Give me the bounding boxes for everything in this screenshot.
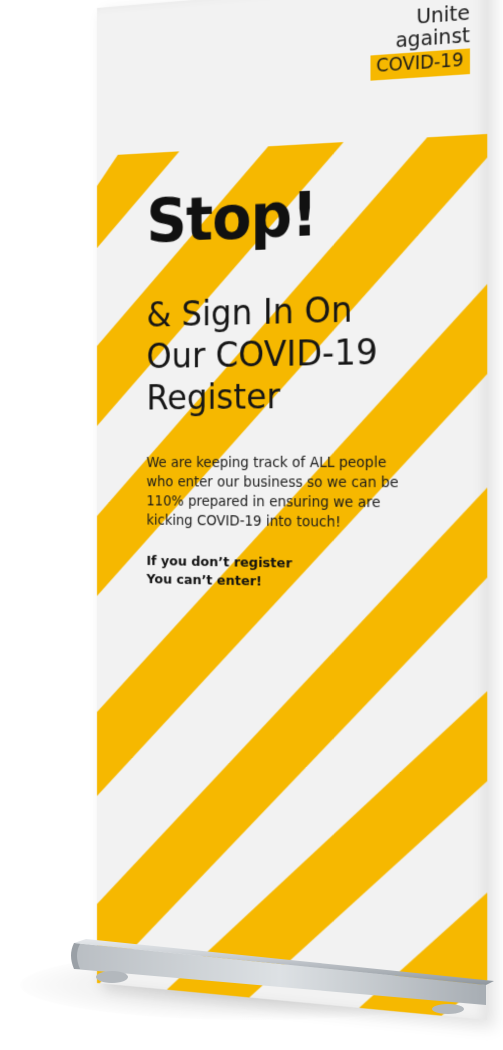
body-paragraph: We are keeping track of ALL people who e… bbox=[147, 453, 440, 534]
subheading-line-3: Register bbox=[147, 372, 451, 418]
body-line-2: who enter our business so we can be bbox=[147, 473, 440, 494]
roll-up-banner: Unite against COVID-19 Stop! & Sign In O… bbox=[97, 0, 487, 1020]
banner-perspective: Unite against COVID-19 Stop! & Sign In O… bbox=[0, 0, 503, 1050]
subheading-line-2: Our COVID-19 bbox=[147, 329, 451, 377]
body-line-3: 110% prepared in ensuring we are bbox=[147, 492, 440, 514]
subheading-line-1: & Sign In On bbox=[147, 285, 451, 336]
body-line-4: kicking COVID-19 into touch! bbox=[147, 511, 440, 534]
product-mockup: Unite against COVID-19 Stop! & Sign In O… bbox=[0, 0, 503, 1050]
body-line-1: We are keeping track of ALL people bbox=[147, 453, 440, 473]
subheading: & Sign In On Our COVID-19 Register bbox=[147, 285, 451, 418]
unite-against-covid-logo: Unite against COVID-19 bbox=[370, 2, 470, 80]
warning-text: If you don’t register You can’t enter! bbox=[147, 553, 388, 595]
logo-tag-covid: COVID-19 bbox=[370, 48, 470, 80]
banner-stand-base bbox=[66, 935, 496, 1015]
headline-stop: Stop! bbox=[147, 179, 318, 256]
